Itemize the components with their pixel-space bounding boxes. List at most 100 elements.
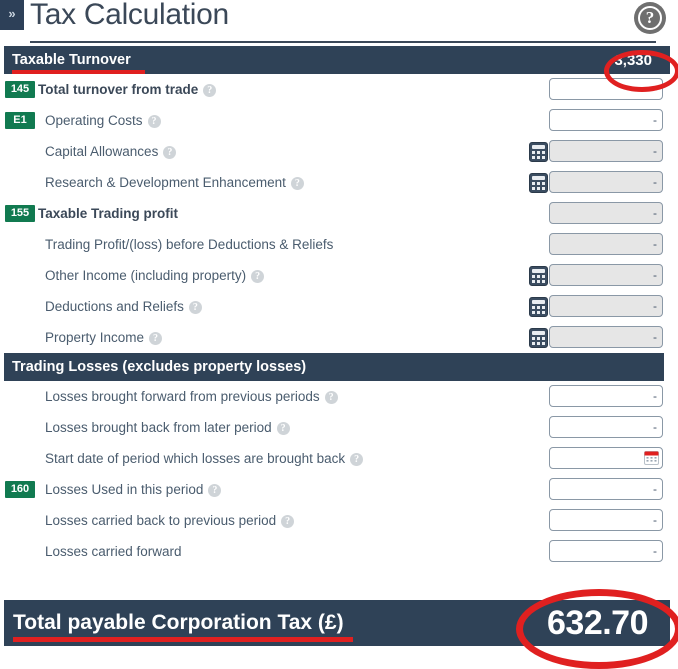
help-icon-glyph: ? <box>645 8 655 27</box>
help-tooltip-icon[interactable]: ? <box>188 301 202 314</box>
title-divider <box>30 41 656 43</box>
help-tooltip-icon[interactable]: ? <box>281 515 295 528</box>
input-losses-carried-back-to-previous-period[interactable]: - <box>549 509 663 531</box>
box-number-badge: E1 <box>5 112 35 129</box>
section-header-taxable-turnover: Taxable Turnover 3,330 <box>4 46 670 74</box>
row-label: Start date of period which losses are br… <box>45 451 346 466</box>
calculator-icon[interactable] <box>529 266 548 286</box>
help-tooltip-icon[interactable]: ? <box>324 391 338 404</box>
calculator-icon[interactable] <box>529 328 548 348</box>
row-label-wrapper: Taxable Trading profit <box>38 206 178 221</box>
input-value: - <box>653 389 657 403</box>
row-label-wrapper: Losses brought forward from previous per… <box>45 389 338 404</box>
sections-container: Taxable Turnover 3,330 145 Total turnover f… <box>0 46 678 567</box>
total-payable-label-text: Total payable Corporation Tax (£) <box>13 611 344 634</box>
input-losses-brought-back-from-later-period[interactable]: - <box>549 416 663 438</box>
calculator-icon[interactable] <box>529 142 548 162</box>
row-label-wrapper: Total turnover from trade? <box>38 82 217 97</box>
input-value: - <box>653 482 657 496</box>
help-tooltip-icon[interactable]: ? <box>251 270 265 283</box>
form-row-taxable-trading-profit: 155 Taxable Trading profit - <box>0 198 678 229</box>
input-taxable-trading-profit[interactable]: - <box>549 202 663 224</box>
row-label: Losses Used in this period <box>45 482 204 497</box>
input-losses-brought-forward-from-previous-periods[interactable]: - <box>549 385 663 407</box>
box-number-badge: 145 <box>5 81 35 98</box>
row-label: Research & Development Enhancement <box>45 175 286 190</box>
section-header-value: 3,330 <box>614 51 652 69</box>
input-value: - <box>653 82 657 96</box>
row-label-wrapper: Deductions and Reliefs? <box>45 299 202 314</box>
input-value: - <box>653 144 657 158</box>
input-value: - <box>653 237 657 251</box>
page-title: Tax Calculation <box>30 0 229 31</box>
input-value: - <box>653 544 657 558</box>
help-tooltip-icon[interactable]: ? <box>149 332 163 345</box>
calendar-icon[interactable] <box>644 451 659 465</box>
row-label: Trading Profit/(loss) before Deductions … <box>45 237 334 252</box>
row-label: Capital Allowances <box>45 144 159 159</box>
input-research-development-enhancement[interactable]: - <box>549 171 663 193</box>
form-row-losses-brought-forward-from-previous-periods: Losses brought forward from previous per… <box>0 381 678 412</box>
row-label-wrapper: Property Income? <box>45 330 163 345</box>
row-label: Other Income (including property) <box>45 268 247 283</box>
input-value: - <box>653 268 657 282</box>
calculator-icon[interactable] <box>529 173 548 193</box>
row-label-wrapper: Trading Profit/(loss) before Deductions … <box>45 237 333 252</box>
input-value: - <box>653 330 657 344</box>
section-rows-trading-losses: Losses brought forward from previous per… <box>0 381 678 567</box>
section-rows-taxable-turnover: 145 Total turnover from trade? - E1 Operatin… <box>0 74 678 353</box>
form-row-property-income: Property Income? - <box>0 322 678 353</box>
sidebar-expand-icon[interactable]: » <box>0 0 24 30</box>
row-label: Losses brought back from later period <box>45 420 272 435</box>
help-tooltip-icon[interactable]: ? <box>163 146 177 159</box>
input-capital-allowances[interactable]: - <box>549 140 663 162</box>
row-label-wrapper: Capital Allowances? <box>45 144 177 159</box>
input-value: - <box>653 113 657 127</box>
section-header-label: Taxable Turnover <box>12 52 131 68</box>
total-payable-label: Total payable Corporation Tax (£) <box>4 611 353 642</box>
form-row-losses-brought-back-from-later-period: Losses brought back from later period? - <box>0 412 678 443</box>
help-tooltip-icon[interactable]: ? <box>290 177 304 190</box>
page-header: » Tax Calculation ? <box>0 0 678 46</box>
row-label-wrapper: Research & Development Enhancement? <box>45 175 304 190</box>
form-row-losses-used-in-this-period: 160 Losses Used in this period? - <box>0 474 678 505</box>
row-label-wrapper: Operating Costs? <box>45 113 161 128</box>
input-total-turnover-from-trade[interactable]: - <box>549 78 663 100</box>
help-tooltip-icon[interactable]: ? <box>147 115 161 128</box>
input-value: - <box>653 175 657 189</box>
help-tooltip-icon[interactable]: ? <box>203 84 217 97</box>
input-value: - <box>653 206 657 220</box>
input-value: - <box>653 299 657 313</box>
tax-calculation-page: » Tax Calculation ? Taxable Turnover 3,33… <box>0 0 678 669</box>
help-tooltip-icon[interactable]: ? <box>208 484 222 497</box>
row-label-wrapper: Losses brought back from later period? <box>45 420 290 435</box>
row-label-wrapper: Losses carried back to previous period? <box>45 513 295 528</box>
help-tooltip-icon[interactable]: ? <box>276 422 290 435</box>
help-tooltip-icon[interactable]: ? <box>350 453 364 466</box>
row-label-wrapper: Other Income (including property)? <box>45 268 265 283</box>
input-losses-used-in-this-period[interactable]: - <box>549 478 663 500</box>
form-row-research-development-enhancement: Research & Development Enhancement? - <box>0 167 678 198</box>
total-payable-value: 632.70 <box>547 603 649 642</box>
input-deductions-and-reliefs[interactable]: - <box>549 295 663 317</box>
row-label: Losses carried back to previous period <box>45 513 277 528</box>
row-label: Property Income <box>45 330 145 345</box>
form-row-start-date-of-period-which-losses-are-brought-back: Start date of period which losses are br… <box>0 443 678 474</box>
total-label-underline <box>13 637 353 642</box>
row-label-wrapper: Start date of period which losses are br… <box>45 451 364 466</box>
total-payable-bar: Total payable Corporation Tax (£) 632.70 <box>4 600 670 646</box>
row-label: Operating Costs <box>45 113 143 128</box>
input-other-income-including-property[interactable]: - <box>549 264 663 286</box>
form-row-losses-carried-forward: Losses carried forward - <box>0 536 678 567</box>
box-number-badge: 160 <box>5 481 35 498</box>
input-operating-costs[interactable]: - <box>549 109 663 131</box>
input-start-date-of-period-which-losses-are-brought-back[interactable] <box>549 447 663 469</box>
calculator-icon[interactable] <box>529 297 548 317</box>
form-row-operating-costs: E1 Operating Costs? - <box>0 105 678 136</box>
input-losses-carried-forward[interactable]: - <box>549 540 663 562</box>
input-trading-profit-loss-before-deductions-reliefs[interactable]: - <box>549 233 663 255</box>
input-value: - <box>653 420 657 434</box>
input-property-income[interactable]: - <box>549 326 663 348</box>
row-label-wrapper: Losses carried forward <box>45 544 182 559</box>
help-circle-icon[interactable]: ? <box>634 2 666 34</box>
